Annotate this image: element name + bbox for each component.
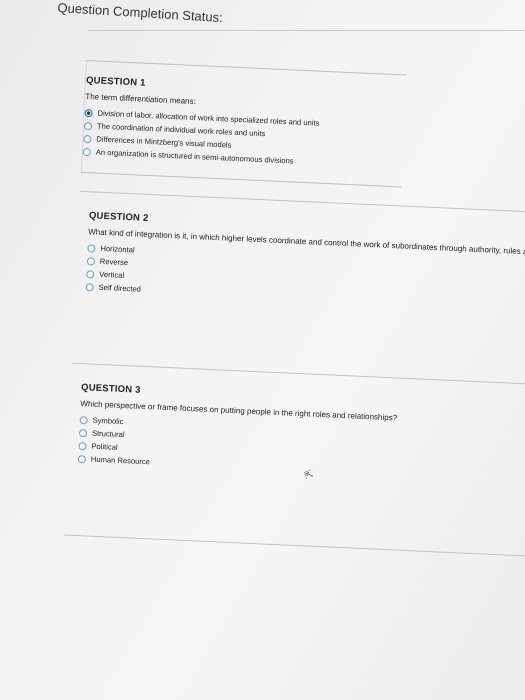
quiz-sheet: QUESTION 1 The term differentiation mean… [64,60,525,594]
answer-label: Political [91,441,118,452]
question-divider [64,534,525,576]
answer-label: Horizontal [100,243,135,255]
answer-label: Vertical [99,269,125,280]
question-3: QUESTION 3 Which perspective or frame fo… [77,382,525,505]
answer-label: Self directed [98,282,142,294]
question-1: QUESTION 1 The term differentiation mean… [80,60,407,188]
radio-icon[interactable] [78,428,88,437]
radio-icon[interactable] [82,147,92,156]
radio-icon[interactable] [86,256,96,266]
answer-label: Symbolic [92,415,124,427]
answer-label: Reverse [99,256,129,268]
radio-icon[interactable] [77,454,87,463]
header-divider [88,30,525,31]
radio-icon[interactable] [85,282,94,292]
radio-icon[interactable] [78,441,87,450]
question-2: QUESTION 2 What kind of integration is i… [85,210,525,333]
radio-selected-icon[interactable] [84,108,93,117]
completion-status-label: Question Completion Status: [57,0,224,26]
radio-icon[interactable] [86,269,95,279]
radio-icon[interactable] [87,243,96,253]
radio-icon[interactable] [79,415,88,424]
radio-icon[interactable] [83,121,93,130]
answer-label: Structural [91,428,125,440]
answer-label: Human Resource [90,454,151,467]
radio-icon[interactable] [83,134,92,143]
